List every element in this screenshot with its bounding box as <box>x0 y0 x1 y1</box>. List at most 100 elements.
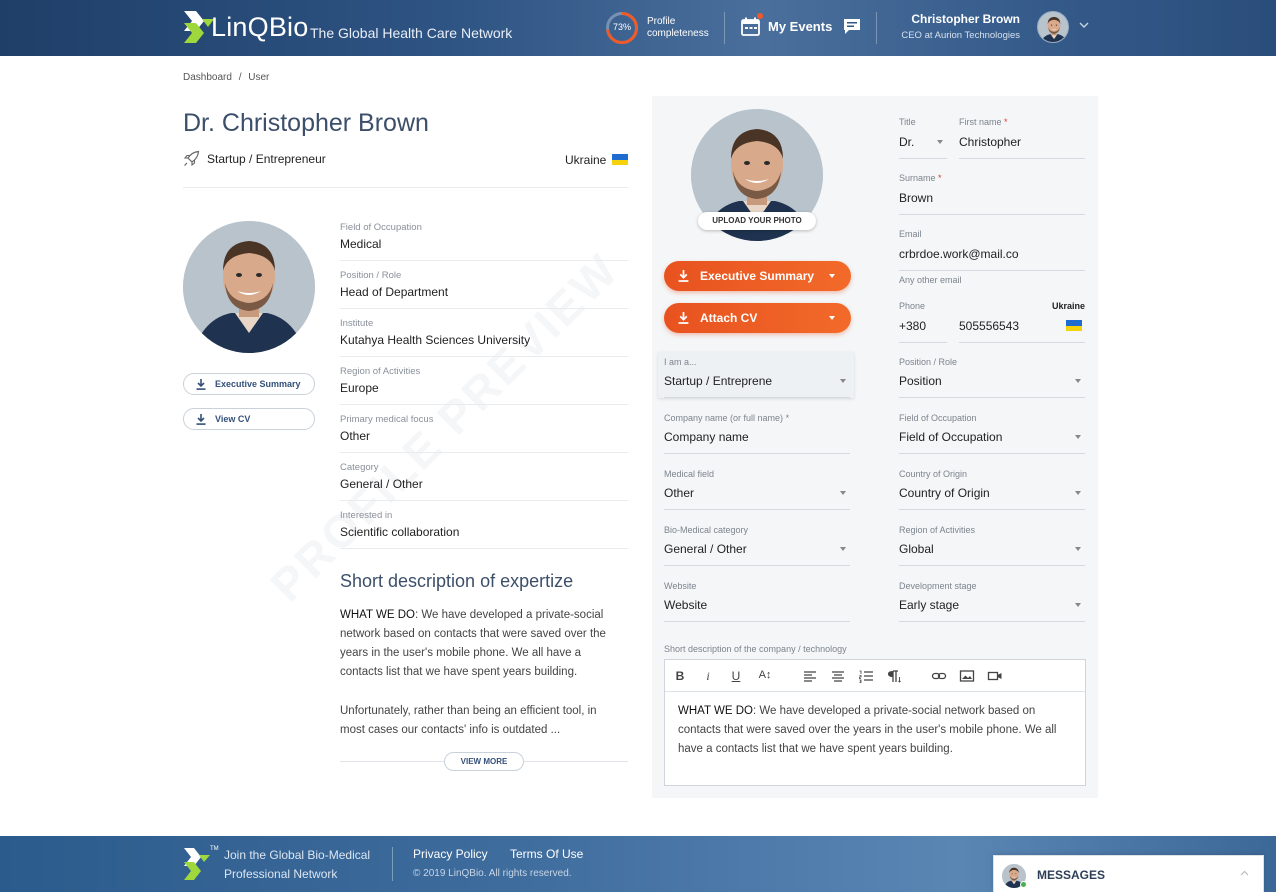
breadcrumb-current: User <box>248 72 270 83</box>
profile-name: Dr. Christopher Brown <box>183 109 429 137</box>
paragraph-icon[interactable] <box>886 669 902 683</box>
align-center-icon[interactable] <box>830 669 846 683</box>
region-of-activities-select[interactable]: Global <box>899 542 934 556</box>
info-value: Europe <box>340 381 379 395</box>
caret-down-icon[interactable] <box>1075 491 1081 495</box>
field-of-occupation-select[interactable]: Field of Occupation <box>899 430 1002 444</box>
header-divider <box>724 12 725 44</box>
chevron-down-icon[interactable] <box>1079 21 1089 29</box>
caret-down-icon <box>829 274 835 278</box>
download-icon <box>196 414 206 425</box>
copyright-text: © 2019 LinQBio. All rights reserved. <box>413 868 572 879</box>
development-stage-select[interactable]: Early stage <box>899 598 959 612</box>
header-divider <box>876 12 877 44</box>
linqbio-logo-icon[interactable] <box>183 847 213 882</box>
caret-down-icon[interactable] <box>840 547 846 551</box>
attach-cv-button[interactable]: Attach CV <box>664 303 851 333</box>
caret-down-icon[interactable] <box>1075 435 1081 439</box>
field-underline <box>899 453 1085 454</box>
divider <box>340 356 628 357</box>
caret-down-icon[interactable] <box>1075 547 1081 551</box>
image-icon[interactable] <box>959 669 975 683</box>
numbered-list-icon[interactable] <box>858 669 874 683</box>
info-label: Institute <box>340 318 374 329</box>
executive-summary-upload-button[interactable]: Executive Summary <box>664 261 851 291</box>
bio-medical-category-label: Bio-Medical category <box>664 525 749 535</box>
position-role-select[interactable]: Position <box>899 374 942 388</box>
bold-icon[interactable]: B <box>672 669 688 683</box>
profile-photo <box>183 221 315 353</box>
align-left-icon[interactable] <box>802 669 818 683</box>
title-select[interactable]: Dr. <box>899 135 914 149</box>
info-value: Medical <box>340 237 382 251</box>
country-of-origin-select[interactable]: Country of Origin <box>899 486 990 500</box>
field-underline <box>899 270 1085 271</box>
info-value: Kutahya Health Sciences University <box>340 333 531 347</box>
footer-join-text: Join the Global Bio-Medical Professional… <box>224 848 371 881</box>
field-underline <box>899 397 1085 398</box>
website-label: Website <box>664 581 697 591</box>
info-value: Other <box>340 429 371 443</box>
chat-icon[interactable] <box>843 18 861 35</box>
calendar-icon[interactable] <box>741 17 760 36</box>
messages-widget[interactable]: MESSAGES <box>993 855 1264 892</box>
company-name-input[interactable]: Company name <box>664 430 749 444</box>
download-icon <box>678 270 689 282</box>
user-avatar[interactable] <box>1037 11 1069 43</box>
view-more-button[interactable]: VIEW MORE <box>444 752 524 771</box>
view-cv-button[interactable]: View CV <box>183 408 315 430</box>
divider <box>340 308 628 309</box>
i-am-select[interactable]: Startup / Entreprene <box>664 374 772 388</box>
font-size-icon[interactable]: A↕ <box>755 669 775 683</box>
phone-number-input[interactable]: 505556543 <box>959 319 1019 333</box>
email-input[interactable]: crbrdoe.work@mail.co <box>899 247 1019 261</box>
website-input[interactable]: Website <box>664 598 707 612</box>
phone-code-input[interactable]: +380 <box>899 319 926 333</box>
bio-medical-category-select[interactable]: General / Other <box>664 542 747 556</box>
first-name-input[interactable]: Christopher <box>959 135 1021 149</box>
italic-icon[interactable]: i <box>700 669 716 683</box>
field-underline <box>899 214 1085 215</box>
chevron-up-icon[interactable] <box>1240 870 1249 876</box>
caret-down-icon <box>829 316 835 320</box>
medical-field-select[interactable]: Other <box>664 486 694 500</box>
caret-down-icon[interactable] <box>840 379 846 383</box>
terms-of-use-link[interactable]: Terms Of Use <box>510 847 583 861</box>
breadcrumb-dashboard-link[interactable]: Dashboard <box>183 72 232 83</box>
my-events-link[interactable]: My Events <box>768 19 832 34</box>
privacy-policy-link[interactable]: Privacy Policy <box>413 847 488 861</box>
position-role-label: Position / Role <box>899 357 958 367</box>
caret-down-icon[interactable] <box>840 491 846 495</box>
info-value: General / Other <box>340 477 423 491</box>
title-label: Title <box>899 117 916 127</box>
info-value: Head of Department <box>340 285 449 299</box>
caret-down-icon[interactable] <box>937 140 943 144</box>
editor-content[interactable]: WHAT WE DO: We have developed a private-… <box>678 702 1073 759</box>
video-icon[interactable] <box>987 669 1003 683</box>
field-underline <box>959 342 1085 343</box>
info-label: Position / Role <box>340 270 402 281</box>
divider <box>340 548 628 549</box>
download-icon <box>678 312 689 324</box>
i-am-label: I am a... <box>664 357 697 367</box>
other-email-link[interactable]: Any other email <box>899 275 962 285</box>
caret-down-icon[interactable] <box>1075 603 1081 607</box>
surname-input[interactable]: Brown <box>899 191 933 205</box>
upload-photo-button[interactable]: UPLOAD YOUR PHOTO <box>698 212 816 230</box>
user-name[interactable]: Christopher Brown <box>911 12 1020 26</box>
notification-dot <box>757 13 763 19</box>
phone-country-label: Ukraine <box>1052 301 1086 311</box>
caret-down-icon[interactable] <box>1075 379 1081 383</box>
country-of-origin-label: Country of Origin <box>899 469 968 479</box>
executive-summary-button[interactable]: Executive Summary <box>183 373 315 395</box>
divider <box>340 260 628 261</box>
brand-name[interactable]: LinQBio <box>211 12 308 43</box>
info-label: Region of Activities <box>340 366 421 377</box>
rich-text-editor[interactable]: B i U A↕ WHAT WE DO: We have developed a… <box>664 659 1086 786</box>
description-paragraph: Unfortunately, rather than being an effi… <box>340 705 597 736</box>
link-icon[interactable] <box>931 669 947 683</box>
underline-icon[interactable]: U <box>728 669 744 683</box>
field-underline <box>664 621 850 622</box>
ukraine-flag-icon[interactable] <box>1066 320 1082 331</box>
field-of-occupation-label: Field of Occupation <box>899 413 977 423</box>
